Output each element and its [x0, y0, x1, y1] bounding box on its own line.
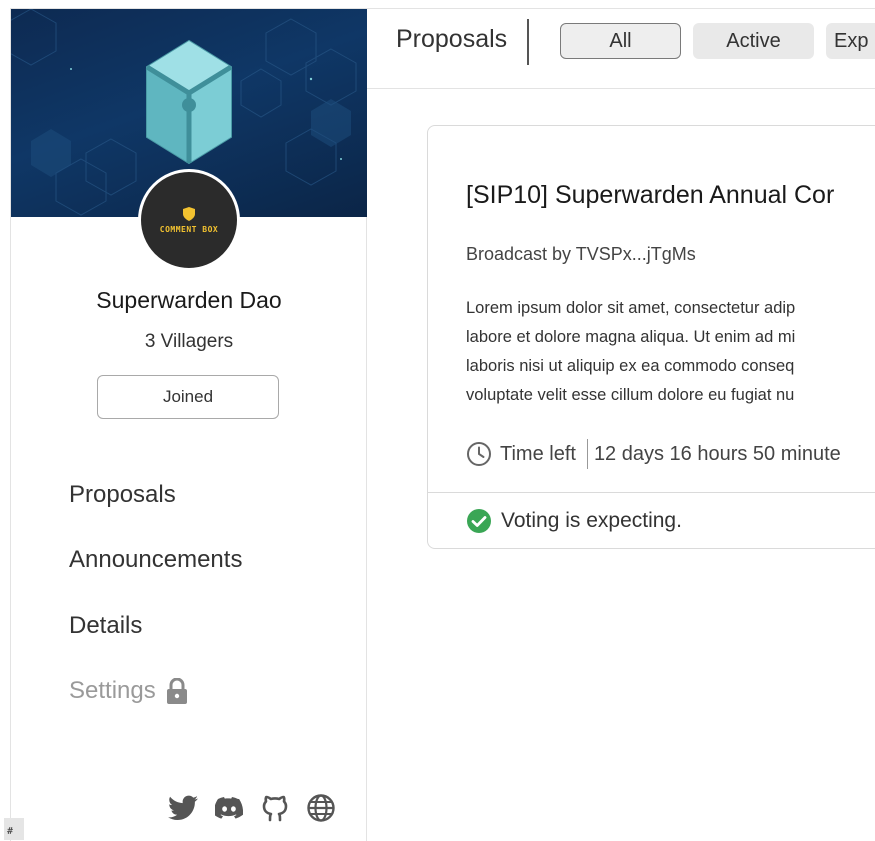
- proposal-description: Lorem ipsum dolor sit amet, consectetur …: [466, 294, 875, 410]
- cube-logo: [145, 39, 233, 165]
- nav-details-label: Details: [69, 612, 143, 639]
- filter-active-button[interactable]: Active: [693, 23, 814, 59]
- description-line: labore et dolore magna aliqua. Ut enim a…: [466, 328, 796, 346]
- check-circle-icon: [466, 508, 492, 534]
- proposals-header: Proposals All Active Exp: [367, 8, 875, 89]
- twitter-icon[interactable]: [167, 792, 199, 824]
- filter-expired-button[interactable]: Exp: [826, 23, 875, 59]
- card-divider: [428, 492, 875, 493]
- proposal-author: Broadcast by TVSPx...jTgMs: [466, 244, 696, 264]
- clock-icon: [466, 441, 492, 467]
- github-icon[interactable]: [259, 792, 291, 824]
- nav-settings[interactable]: Settings: [69, 677, 188, 705]
- lock-icon: [166, 678, 188, 704]
- nav-proposals-label: Proposals: [69, 481, 176, 508]
- dao-name: Superwarden Dao: [96, 287, 282, 313]
- time-left-label: Time left: [500, 442, 576, 465]
- corner-badge: #: [4, 818, 24, 840]
- nav-proposals[interactable]: Proposals: [69, 481, 176, 509]
- description-line: voluptate velit esse cillum dolore eu fu…: [466, 386, 795, 404]
- nav-announcements-label: Announcements: [69, 546, 243, 573]
- joined-button[interactable]: Joined: [97, 375, 279, 419]
- proposal-title[interactable]: [SIP10] Superwarden Annual Cor: [466, 181, 834, 210]
- filter-all-button[interactable]: All: [560, 23, 681, 59]
- discord-icon[interactable]: [213, 792, 245, 824]
- description-line: Lorem ipsum dolor sit amet, consectetur …: [466, 299, 796, 317]
- nav-details[interactable]: Details: [69, 612, 142, 640]
- voting-status: Voting is expecting.: [466, 508, 682, 534]
- page-title: Proposals: [396, 25, 508, 53]
- social-links: [167, 792, 337, 824]
- time-left-row: Time left 12 days 16 hours 50 minute: [466, 439, 841, 469]
- globe-icon[interactable]: [305, 792, 337, 824]
- dao-sidebar: COMMENT BOX Superwarden Dao 3 Villagers …: [10, 8, 367, 841]
- header-divider: [527, 19, 529, 65]
- proposal-card[interactable]: [SIP10] Superwarden Annual Cor Broadcast…: [427, 125, 875, 549]
- dao-avatar: COMMENT BOX: [138, 169, 240, 271]
- time-left-value: 12 days 16 hours 50 minute: [593, 442, 841, 465]
- time-divider: [586, 439, 588, 469]
- shield-icon: [183, 206, 195, 221]
- nav-settings-label: Settings: [69, 677, 156, 704]
- villager-count: 3 Villagers: [144, 331, 234, 352]
- nav-announcements[interactable]: Announcements: [69, 546, 242, 574]
- voting-status-text: Voting is expecting.: [501, 509, 682, 532]
- avatar-text: COMMENT BOX: [159, 224, 219, 234]
- description-line: laboris nisi ut aliquip ex ea commodo co…: [466, 357, 795, 375]
